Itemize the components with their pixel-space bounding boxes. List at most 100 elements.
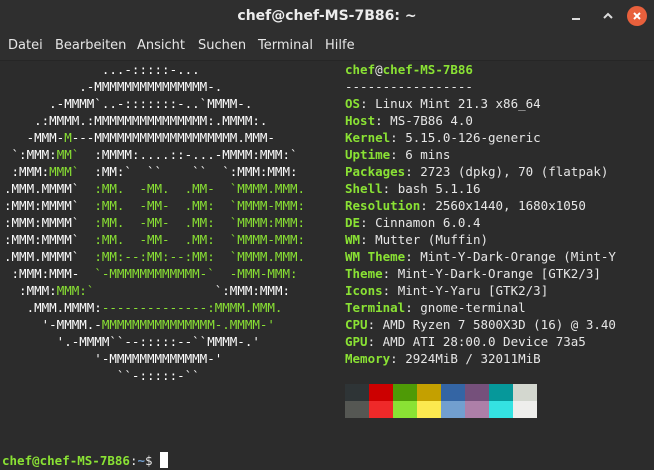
info-row: DE: Cinnamon 6.0.4 <box>345 214 480 231</box>
info-colon: : <box>367 334 383 349</box>
logo-segment: '.-MMMM``--:::::--``MMMM-.' <box>4 334 260 349</box>
menu-suchen[interactable]: Suchen <box>198 38 246 53</box>
info-row: OS: Linux Mint 21.3 x86_64 <box>345 95 541 112</box>
info-row: Shell: bash 5.1.16 <box>345 180 481 197</box>
info-colon: : <box>382 266 398 281</box>
info-value: Mint-Y-Yaru [GTK2/3] <box>397 283 549 298</box>
info-key: Memory <box>345 351 391 366</box>
logo-line: -MMM-M---MMMMMMMMMMMMMMMMMMM.MMM- <box>4 129 275 146</box>
info-colon: : <box>382 283 398 298</box>
info-key: Icons <box>345 283 383 298</box>
info-key: Shell <box>345 181 383 196</box>
logo-segment: :MMM:MMMM` <box>4 215 80 230</box>
info-row: Host: MS-7B86 4.0 <box>345 112 473 129</box>
palette-swatch <box>345 401 369 418</box>
logo-line: .MMM.MMMM` :MM:--:MM:--:MM: `MMMM.MMM. <box>4 248 305 265</box>
logo-line: .-MMMM`..-:::::::-..`MMMM-. <box>4 95 252 112</box>
shell-prompt[interactable]: chef@chef-MS-7B86:~$ <box>2 452 169 469</box>
menu-terminal[interactable]: Terminal <box>258 38 313 53</box>
palette-swatch <box>489 401 513 418</box>
info-row: Packages: 2723 (dpkg), 70 (flatpak) <box>345 163 608 180</box>
logo-segment: .-MMMMMMMMMMMMMMM-. <box>4 79 223 94</box>
menu-datei[interactable]: Datei <box>8 38 43 53</box>
logo-segment: :MM:` `` `` `:MMM:MMM: <box>79 164 298 179</box>
info-value: Mint-Y-Dark-Orange [GTK2/3] <box>397 266 601 281</box>
minimize-button[interactable] <box>566 6 586 26</box>
logo-line: :MMM:MMMM` :MM. -MM- .MM: `MMMM-MMM: <box>4 231 305 248</box>
logo-segment: :MM. -MM. .MM- `MMMM.MMM. <box>79 181 306 196</box>
prompt-user-host: chef@chef-MS-7B86 <box>2 453 130 468</box>
logo-segment: :MM:--:MM:--:MM: `MMMM.MMM. <box>79 249 306 264</box>
logo-segment: .-MMMM`..-:::::::-..`MMMM-. <box>4 96 253 111</box>
info-value: Cinnamon 6.0.4 <box>375 215 481 230</box>
menu-bar: Datei Bearbeiten Ansicht Suchen Terminal… <box>0 32 654 61</box>
info-row: WM: Mutter (Muffin) <box>345 231 488 248</box>
logo-segment: MMMMMMMMMMMMMMM-.MMMM-' <box>101 317 275 332</box>
info-key: GPU <box>345 334 368 349</box>
info-at: @ <box>375 62 383 77</box>
menu-bearbeiten[interactable]: Bearbeiten <box>55 38 126 53</box>
logo-segment: '-MMMM.- <box>4 317 102 332</box>
info-key: Uptime <box>345 147 391 162</box>
logo-line: .-MMMMMMMMMMMMMMM-. <box>4 78 222 95</box>
info-colon: : <box>367 317 383 332</box>
menu-hilfe[interactable]: Hilfe <box>325 38 355 53</box>
info-colon: : <box>375 113 391 128</box>
info-user: chef <box>345 62 376 77</box>
info-row: Icons: Mint-Y-Yaru [GTK2/3] <box>345 282 548 299</box>
logo-line: :MMM:MMM:` `:MMM:MMM: <box>4 282 290 299</box>
title-bar[interactable]: chef@chef-MS-7B86: ~ <box>0 0 654 32</box>
logo-segment: :MMM: <box>4 164 50 179</box>
terminal-window: chef@chef-MS-7B86: ~ Datei Bearbeiten An… <box>0 0 654 470</box>
info-key: CPU <box>345 317 368 332</box>
info-header: chef@chef-MS-7B86 <box>345 61 473 78</box>
logo-segment: .:MMMM.:MMMMMMMMMMMMMMM:.MMMM:. <box>4 113 268 128</box>
info-value: gnome-terminal <box>420 300 526 315</box>
maximize-button[interactable] <box>598 6 618 26</box>
logo-line: .MMM.MMMM` :MM. -MM. .MM- `MMMM.MMM. <box>4 180 305 197</box>
info-row: WM Theme: Mint-Y-Dark-Orange (Mint-Y <box>345 248 616 265</box>
logo-line: :MMM:MMM` :MM:` `` `` `:MMM:MMM: <box>4 163 298 180</box>
info-colon: : <box>420 198 436 213</box>
logo-segment: ``-:::::-`` <box>4 368 200 383</box>
menu-ansicht[interactable]: Ansicht <box>137 38 185 53</box>
logo-segment: --------------:MMMM.MMM. <box>101 300 283 315</box>
info-value: 2723 (dpkg), 70 (flatpak) <box>420 164 609 179</box>
logo-segment: .MMM.MMMM` <box>4 181 80 196</box>
info-value: bash 5.1.16 <box>397 181 481 196</box>
logo-line: :MMM:MMMM` :MM. -MM- .MM: `MMMM:MMM: <box>4 214 305 231</box>
logo-segment: :MM. -MM- .MM: `MMMM:MMM: <box>79 215 306 230</box>
info-key: Theme <box>345 266 383 281</box>
info-value: Linux Mint 21.3 x86_64 <box>375 96 541 111</box>
info-key: WM <box>345 232 361 247</box>
info-value: 6 mins <box>405 147 451 162</box>
info-colon: : <box>390 147 406 162</box>
text-cursor <box>160 452 169 468</box>
info-value: AMD ATI 28:00.0 Device 73a5 <box>382 334 586 349</box>
logo-segment: M <box>64 130 72 145</box>
logo-line: ...-:::::-... <box>4 61 200 78</box>
info-key: Terminal <box>345 300 406 315</box>
info-value: 2924MiB / 32011MiB <box>405 351 541 366</box>
info-value: 5.15.0-126-generic <box>405 130 541 145</box>
logo-segment: MMM` <box>49 164 80 179</box>
logo-line: .MMM.MMMM:--------------:MMMM.MMM. <box>4 299 283 316</box>
info-key: DE <box>345 215 361 230</box>
info-separator-text: ----------------- <box>345 79 473 94</box>
info-row: Terminal: gnome-terminal <box>345 299 526 316</box>
palette-swatch <box>465 401 489 418</box>
info-row: GPU: AMD ATI 28:00.0 Device 73a5 <box>345 333 586 350</box>
palette-swatch <box>369 401 393 418</box>
info-colon: : <box>390 351 406 366</box>
info-value: MS-7B86 4.0 <box>390 113 473 128</box>
info-row: Kernel: 5.15.0-126-generic <box>345 129 541 146</box>
palette-swatch <box>441 401 465 418</box>
palette-swatch <box>345 384 369 401</box>
palette-swatch <box>393 384 417 401</box>
close-button[interactable] <box>627 6 647 26</box>
logo-segment: :MMM:MMMM` <box>4 232 80 247</box>
logo-line: .:MMMM.:MMMMMMMMMMMMMMM:.MMMM:. <box>4 112 267 129</box>
info-colon: : <box>360 215 376 230</box>
info-key: OS <box>345 96 361 111</box>
palette-swatch <box>393 401 417 418</box>
